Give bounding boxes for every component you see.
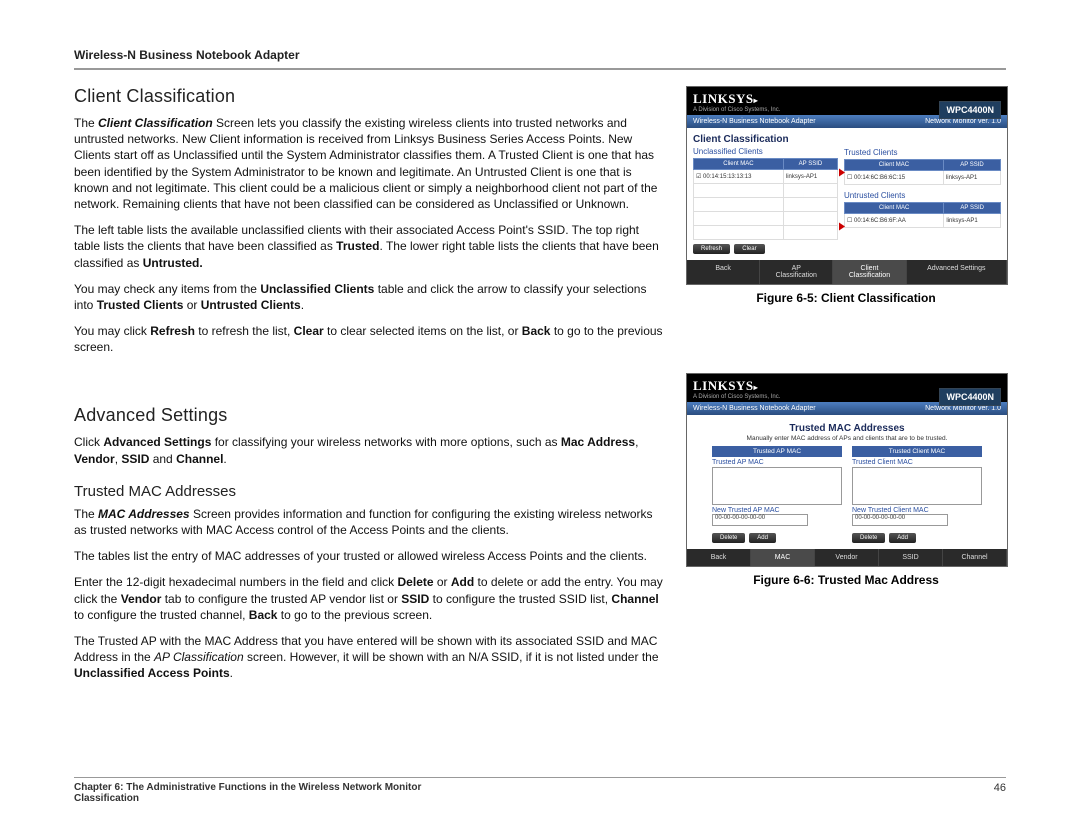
trusted-ap-mac-label: Trusted AP MAC <box>712 459 842 466</box>
model-badge: WPC4400N <box>939 101 1001 119</box>
paragraph: The tables list the entry of MAC address… <box>74 548 668 564</box>
trusted-ap-mac-header: Trusted AP MAC <box>712 446 842 457</box>
clear-button[interactable]: Clear <box>734 244 764 254</box>
paragraph: The left table lists the available uncla… <box>74 222 668 271</box>
cc-title: Client Classification <box>693 134 838 145</box>
footer-rule <box>74 777 1006 778</box>
trusted-client-mac-label: Trusted Client MAC <box>852 459 982 466</box>
panel-bar-left: Wireless-N Business Notebook Adapter <box>693 118 816 125</box>
trusted-label: Trusted Clients <box>844 148 1001 157</box>
section-title-client-classification: Client Classification <box>74 86 668 107</box>
paragraph: The Trusted AP with the MAC Address that… <box>74 633 668 682</box>
figure-6-6-caption: Figure 6-6: Trusted Mac Address <box>686 573 1006 587</box>
arrow-right-icon <box>839 168 845 177</box>
add-button[interactable]: Add <box>889 533 916 543</box>
new-trusted-ap-mac-input[interactable]: 00-00-00-00-00-00 <box>712 514 808 526</box>
untrusted-label: Untrusted Clients <box>844 191 1001 200</box>
tab-client-classification[interactable]: Client Classification <box>833 260 906 284</box>
untrusted-table: Client MACAP SSID ☐ 00:14:6C:B6:6F:AAlin… <box>844 202 1001 228</box>
unclassified-label: Unclassified Clients <box>693 147 838 156</box>
trusted-table: Client MACAP SSID ☐ 00:14:6C:B6:6C:15lin… <box>844 159 1001 185</box>
figure-6-6-screenshot: LINKSYS▸ A Division of Cisco Systems, In… <box>686 373 1008 567</box>
trusted-client-mac-list <box>852 467 982 505</box>
refresh-button[interactable]: Refresh <box>693 244 730 254</box>
tab-advanced-settings[interactable]: Advanced Settings <box>907 260 1007 284</box>
trusted-client-mac-header: Trusted Client MAC <box>852 446 982 457</box>
tab-ssid[interactable]: SSID <box>879 549 943 566</box>
figure-6-5-screenshot: LINKSYS▸ A Division of Cisco Systems, In… <box>686 86 1008 285</box>
delete-button[interactable]: Delete <box>712 533 745 543</box>
arrow-right-icon <box>839 222 845 231</box>
panel-bar-right: Network Monitor ver. 1.0 <box>925 405 1001 412</box>
header-rule <box>74 68 1006 70</box>
mac-title: Trusted MAC Addresses <box>693 423 1001 434</box>
tab-back[interactable]: Back <box>687 549 751 566</box>
tab-vendor[interactable]: Vendor <box>815 549 879 566</box>
mac-subtitle: Manually enter MAC address of APs and cl… <box>693 435 1001 442</box>
figure-6-5-caption: Figure 6-5: Client Classification <box>686 291 1006 305</box>
trusted-ap-mac-list <box>712 467 842 505</box>
section-title-advanced-settings: Advanced Settings <box>74 405 668 426</box>
tab-mac[interactable]: MAC <box>751 549 815 566</box>
paragraph: Enter the 12-digit hexadecimal numbers i… <box>74 574 668 623</box>
new-trusted-client-mac-input[interactable]: 00-00-00-00-00-00 <box>852 514 948 526</box>
footer-chapter: Chapter 6: The Administrative Functions … <box>74 782 421 804</box>
document-header: Wireless-N Business Notebook Adapter <box>74 48 1006 62</box>
delete-button[interactable]: Delete <box>852 533 885 543</box>
paragraph: You may check any items from the Unclass… <box>74 281 668 313</box>
panel-bar-right: Network Monitor ver. 1.0 <box>925 118 1001 125</box>
section-title-trusted-mac: Trusted MAC Addresses <box>74 483 668 500</box>
panel-bar-left: Wireless-N Business Notebook Adapter <box>693 405 816 412</box>
paragraph: You may click Refresh to refresh the lis… <box>74 323 668 355</box>
model-badge: WPC4400N <box>939 388 1001 406</box>
tab-ap-classification[interactable]: AP Classification <box>760 260 833 284</box>
tab-back[interactable]: Back <box>687 260 760 284</box>
unclassified-table: Client MACAP SSID ☑ 00:14:15:13:13:13lin… <box>693 158 838 240</box>
page-number: 46 <box>994 782 1006 794</box>
tab-channel[interactable]: Channel <box>943 549 1007 566</box>
paragraph: The Client Classification Screen lets yo… <box>74 115 668 212</box>
add-button[interactable]: Add <box>749 533 776 543</box>
paragraph: The MAC Addresses Screen provides inform… <box>74 506 668 538</box>
new-trusted-client-mac-label: New Trusted Client MAC <box>852 507 982 514</box>
new-trusted-ap-mac-label: New Trusted AP MAC <box>712 507 842 514</box>
paragraph: Click Advanced Settings for classifying … <box>74 434 668 466</box>
